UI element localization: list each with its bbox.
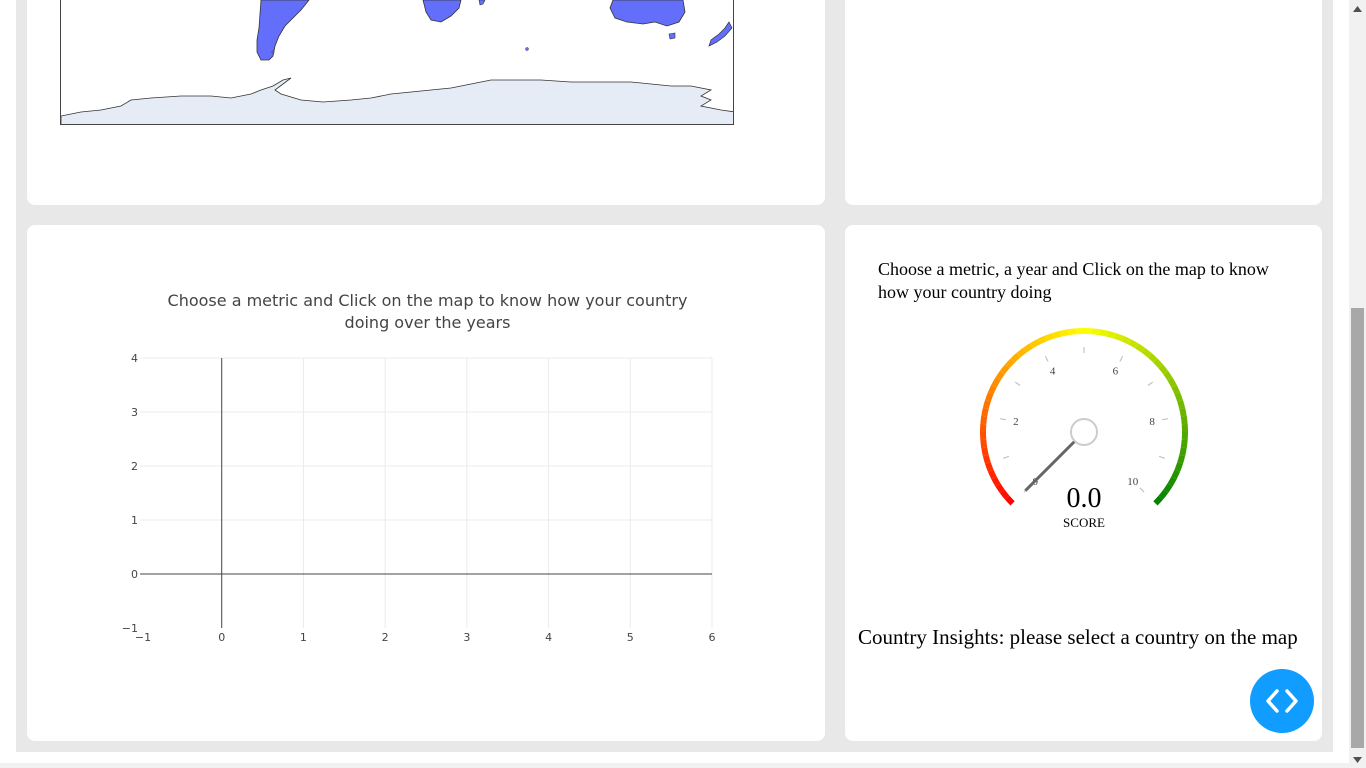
gauge-arc-segment	[995, 370, 1005, 381]
gauge-arc-segment	[1114, 333, 1124, 342]
gauge-tick-label: 8	[1149, 416, 1155, 428]
gauge-arc-segment	[980, 439, 988, 449]
gauge-arc-segment	[1141, 347, 1152, 358]
gauge-arc-segment	[1135, 343, 1146, 353]
gauge-arc-segment	[1004, 358, 1015, 369]
gauge-arc-segment	[982, 454, 991, 465]
gauge-arc-segment	[1128, 339, 1139, 349]
gauge-arc-segment	[1059, 329, 1069, 337]
gauge-arc-segment	[1158, 489, 1169, 500]
gauge-arc-segment	[1153, 358, 1164, 369]
gauge-arc-segment	[1010, 352, 1021, 363]
gauge-arc-segment	[985, 462, 994, 472]
vertical-scrollbar[interactable]	[1349, 0, 1366, 768]
country-insights: Country Insights: please select a countr…	[858, 625, 1298, 649]
gauge-arc-segment	[980, 415, 988, 425]
gauge-tick	[1158, 455, 1165, 459]
gauge-arc-segment	[1022, 343, 1033, 353]
gauge-svg: 0246810	[979, 328, 1189, 506]
gauge-arc-segment	[1167, 476, 1177, 487]
gauge-arc-segment	[999, 364, 1010, 375]
gauge-tick	[999, 418, 1007, 421]
gauge-arc-segment	[1067, 328, 1077, 336]
gauge-tick	[1003, 455, 1010, 459]
gauge-arc-segment	[1029, 339, 1040, 349]
gauge-arc-segment	[1171, 384, 1181, 395]
gauge-arc-segment	[1174, 462, 1183, 472]
gauge-arc-segment	[1163, 370, 1173, 381]
gauge-arc-segment	[1106, 330, 1117, 339]
gauge-arc-segment	[991, 476, 1001, 487]
bottom-edge	[0, 763, 1349, 768]
gauge-arc-segment	[1179, 407, 1187, 417]
code-toggle-button[interactable]	[1250, 669, 1314, 733]
gauge-arc-segment	[1004, 495, 1015, 506]
gauge-arc-segment	[987, 469, 997, 480]
gauge-arc-segment	[1147, 352, 1158, 363]
gauge-arc-segment	[1044, 333, 1054, 342]
gauge-arc-segment	[985, 392, 994, 402]
gauge-arc-segment	[991, 377, 1001, 388]
gauge-arc-segment	[1121, 335, 1132, 345]
gauge-arc-segment	[981, 407, 989, 417]
gauge-tick	[1014, 381, 1021, 386]
gauge-tick-label: 2	[1013, 416, 1019, 428]
gauge-arc-segment	[1163, 483, 1173, 494]
gauge-value: 0.0	[1066, 483, 1102, 514]
gauge-arc-segment	[1171, 469, 1181, 480]
gauge-arc-segment	[1177, 399, 1186, 410]
gauge-arc-segment	[1051, 330, 1062, 339]
gauge-arc-segment	[1180, 439, 1188, 449]
gauge-arc-segment	[995, 483, 1005, 494]
scroll-down-arrow[interactable]	[1349, 751, 1366, 768]
gauge-arc-segment	[1179, 447, 1187, 457]
gauge-tick	[1139, 487, 1145, 493]
gauge-arc-segment	[1167, 377, 1177, 388]
gauge-arc-segment	[981, 447, 989, 457]
gauge-arc-segment	[987, 384, 997, 395]
gauge-arc-segment	[1016, 347, 1027, 358]
gauge-tick-label: 4	[1050, 366, 1056, 378]
code-icon	[1266, 689, 1298, 713]
gauge-label: SCORE	[1063, 515, 1105, 530]
gauge-arc-segment	[1099, 329, 1109, 337]
gauge-arc-segment	[1158, 364, 1169, 375]
gauge-tick	[1147, 381, 1154, 386]
scroll-up-arrow[interactable]	[1349, 0, 1366, 17]
gauge-tick	[1119, 356, 1124, 362]
gauge-arc-segment	[982, 399, 991, 410]
gauge-arc-segment	[1177, 454, 1186, 465]
gauge-arc-segment	[1153, 495, 1164, 506]
gauge-hub	[1070, 418, 1098, 446]
scrollbar-thumb[interactable]	[1351, 308, 1364, 748]
gauge-tick	[1161, 418, 1169, 421]
gauge-arc-segment	[999, 489, 1010, 500]
gauge-arc-segment	[1036, 335, 1047, 345]
gauge-arc-segment	[1091, 328, 1101, 336]
gauge-arc-segment	[1174, 392, 1183, 402]
gauge-tick-label: 6	[1113, 366, 1119, 378]
gauge-arc-segment	[1180, 415, 1188, 425]
gauge-tick	[1044, 356, 1049, 362]
